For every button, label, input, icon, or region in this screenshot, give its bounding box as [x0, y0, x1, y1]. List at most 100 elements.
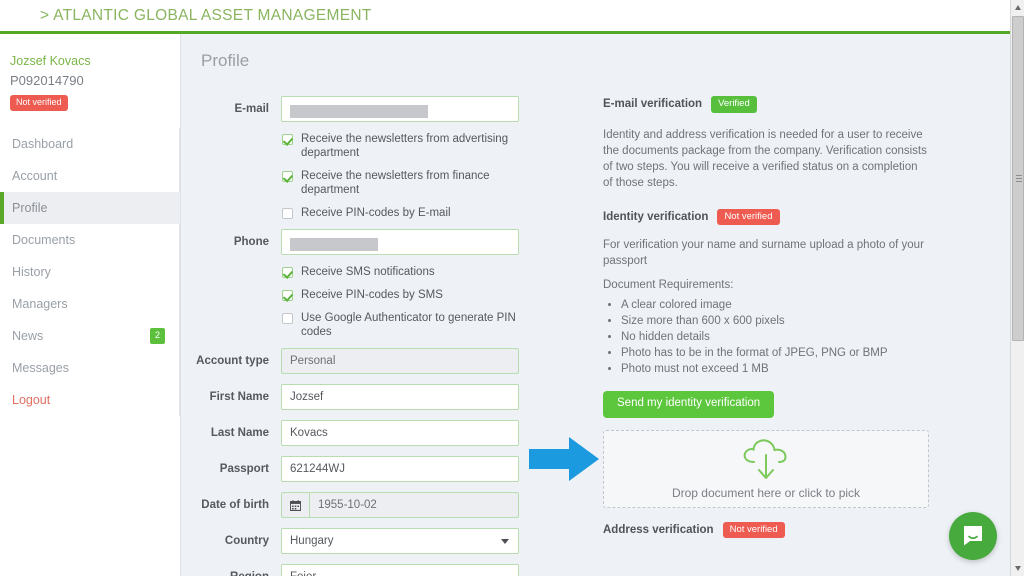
last-name-input[interactable]: Kovacs — [281, 420, 519, 446]
scrollbar-grip-icon — [1016, 175, 1022, 182]
checkbox-row[interactable]: Receive PIN-codes by E-mail — [282, 206, 532, 220]
user-name: Jozsef Kovacs — [10, 54, 91, 68]
field-row-phone: Phone — [181, 229, 541, 255]
send-identity-verification-button[interactable]: Send my identity verification — [603, 391, 775, 418]
email-preferences-group: Receive the newsletters from advertising… — [181, 132, 541, 220]
country-select[interactable]: Hungary — [281, 528, 519, 554]
checkbox-label: Receive SMS notifications — [301, 266, 435, 278]
checkbox-label: Use Google Authenticator to generate PIN… — [301, 312, 516, 338]
passport-label: Passport — [219, 463, 269, 475]
first-name-input[interactable]: Jozsef — [281, 384, 519, 410]
phone-preferences-group: Receive SMS notifications Receive PIN-cod… — [181, 265, 541, 339]
chevron-up-icon — [1015, 5, 1021, 10]
checkbox-input[interactable] — [282, 313, 293, 324]
checkbox-input[interactable] — [282, 134, 293, 145]
calendar-icon[interactable] — [281, 492, 309, 518]
document-requirements-list: A clear colored imageSize more than 600 … — [621, 297, 953, 377]
sidebar-item-label: News — [12, 329, 44, 343]
user-account-id: P092014790 — [10, 73, 84, 88]
verification-intro-text: Identity and address verification is nee… — [603, 128, 927, 189]
account-type-input: Personal — [281, 348, 519, 374]
date-of-birth-label: Date of birth — [201, 499, 269, 511]
requirement-item: A clear colored image — [621, 297, 953, 313]
sidebar-item-label: Logout — [12, 393, 51, 407]
sidebar-item-logout[interactable]: Logout — [0, 384, 180, 416]
requirement-item: Photo must not exceed 1 MB — [621, 361, 953, 377]
page-breadcrumb: > ATLANTIC GLOBAL ASSET MANAGEMENT — [40, 7, 372, 24]
email-input[interactable] — [281, 96, 519, 122]
country-label: Country — [224, 535, 269, 547]
checkbox-row[interactable]: Receive SMS notifications — [282, 265, 532, 279]
identity-verification-row: Identity verification Not verified — [603, 208, 953, 225]
top-header: > ATLANTIC GLOBAL ASSET MANAGEMENT — [0, 0, 1010, 31]
sidebar-item-label: Account — [12, 169, 58, 183]
field-row-first-name: First Name Jozsef — [181, 384, 541, 410]
verification-panel: E-mail verification Verified Identity an… — [603, 96, 953, 538]
sidebar-item-label: Documents — [12, 233, 76, 247]
chevron-down-icon — [1015, 566, 1021, 571]
sidebar-item-profile[interactable]: Profile — [0, 192, 181, 224]
checkbox-row[interactable]: Receive PIN-codes by SMS — [282, 288, 532, 302]
checkbox-input[interactable] — [282, 171, 293, 182]
page-title: Profile — [201, 51, 250, 70]
sidebar-item-label: Messages — [12, 361, 69, 375]
sidebar-item-dashboard[interactable]: Dashboard — [0, 128, 180, 160]
sidebar-item-account[interactable]: Account — [0, 160, 180, 192]
checkbox-input[interactable] — [282, 208, 293, 219]
phone-label: Phone — [233, 236, 269, 248]
address-verification-status-badge: Not verified — [722, 521, 785, 538]
email-verification-label: E-mail verification — [603, 98, 703, 111]
email-label: E-mail — [234, 103, 269, 115]
calendar-icon-glyph — [290, 499, 301, 511]
sidebar-item-label: Dashboard — [12, 137, 74, 151]
dropzone-label: Drop document here or click to pick — [671, 485, 861, 500]
sidebar-nav: Dashboard Account Profile Documents History M… — [0, 128, 181, 416]
document-requirements-title: Document Requirements: — [603, 279, 734, 291]
identity-verification-status-badge: Not verified — [717, 208, 780, 225]
identity-verification-hint: For verification your name and surname u… — [603, 239, 924, 267]
checkbox-input[interactable] — [282, 290, 293, 301]
sidebar-item-label: Profile — [12, 201, 48, 215]
phone-redaction — [290, 238, 378, 252]
scrollbar-thumb[interactable] — [1012, 16, 1024, 341]
user-status-badge: Not verified — [10, 95, 68, 111]
checkbox-label: Receive PIN-codes by E-mail — [301, 207, 451, 219]
checkbox-label: Receive PIN-codes by SMS — [301, 289, 443, 301]
chat-bubble-icon — [964, 526, 982, 546]
email-verification-row: E-mail verification Verified — [603, 96, 953, 113]
document-dropzone[interactable]: Drop document here or click to pick — [603, 429, 929, 508]
scroll-down-button[interactable] — [1011, 561, 1024, 576]
sidebar-item-managers[interactable]: Managers — [0, 288, 180, 320]
region-input[interactable]: Fejer — [281, 564, 519, 576]
chat-launcher-button[interactable] — [949, 512, 997, 560]
checkbox-input[interactable] — [282, 267, 293, 278]
sidebar-item-badge: 2 — [149, 328, 165, 344]
sidebar: Jozsef Kovacs P092014790 Not verified Da… — [0, 34, 181, 576]
annotation-arrow-icon — [529, 433, 601, 485]
scroll-up-button[interactable] — [1011, 0, 1024, 15]
field-row-date-of-birth: Date of birth 1955-10-02 — [181, 492, 541, 518]
sidebar-item-documents[interactable]: Documents — [0, 224, 180, 256]
account-type-label: Account type — [196, 355, 269, 367]
checkbox-row[interactable]: Receive the newsletters from finance dep… — [282, 169, 532, 197]
sidebar-item-label: History — [12, 265, 51, 279]
identity-verification-label: Identity verification — [603, 210, 709, 223]
sidebar-item-messages[interactable]: Messages — [0, 352, 180, 384]
phone-input[interactable] — [281, 229, 519, 255]
checkbox-row[interactable]: Receive the newsletters from advertising… — [282, 132, 532, 160]
requirement-item: Photo has to be in the format of JPEG, P… — [621, 345, 953, 361]
field-row-country: Country Hungary — [181, 528, 541, 554]
window-scrollbar[interactable] — [1010, 0, 1024, 576]
sidebar-item-history[interactable]: History — [0, 256, 180, 288]
field-row-email: E-mail — [181, 96, 541, 122]
passport-input[interactable]: 621244WJ — [281, 456, 519, 482]
date-of-birth-input[interactable]: 1955-10-02 — [309, 492, 519, 518]
field-row-passport: Passport 621244WJ — [181, 456, 541, 482]
app-page: > ATLANTIC GLOBAL ASSET MANAGEMENT Jozse… — [0, 0, 1024, 576]
checkbox-row[interactable]: Use Google Authenticator to generate PIN… — [282, 311, 532, 339]
sidebar-item-news[interactable]: News 2 — [0, 320, 180, 352]
checkbox-label: Receive the newsletters from advertising… — [301, 133, 509, 159]
sidebar-item-label: Managers — [12, 297, 68, 311]
requirement-item: No hidden details — [621, 329, 953, 345]
field-row-last-name: Last Name Kovacs — [181, 420, 541, 446]
